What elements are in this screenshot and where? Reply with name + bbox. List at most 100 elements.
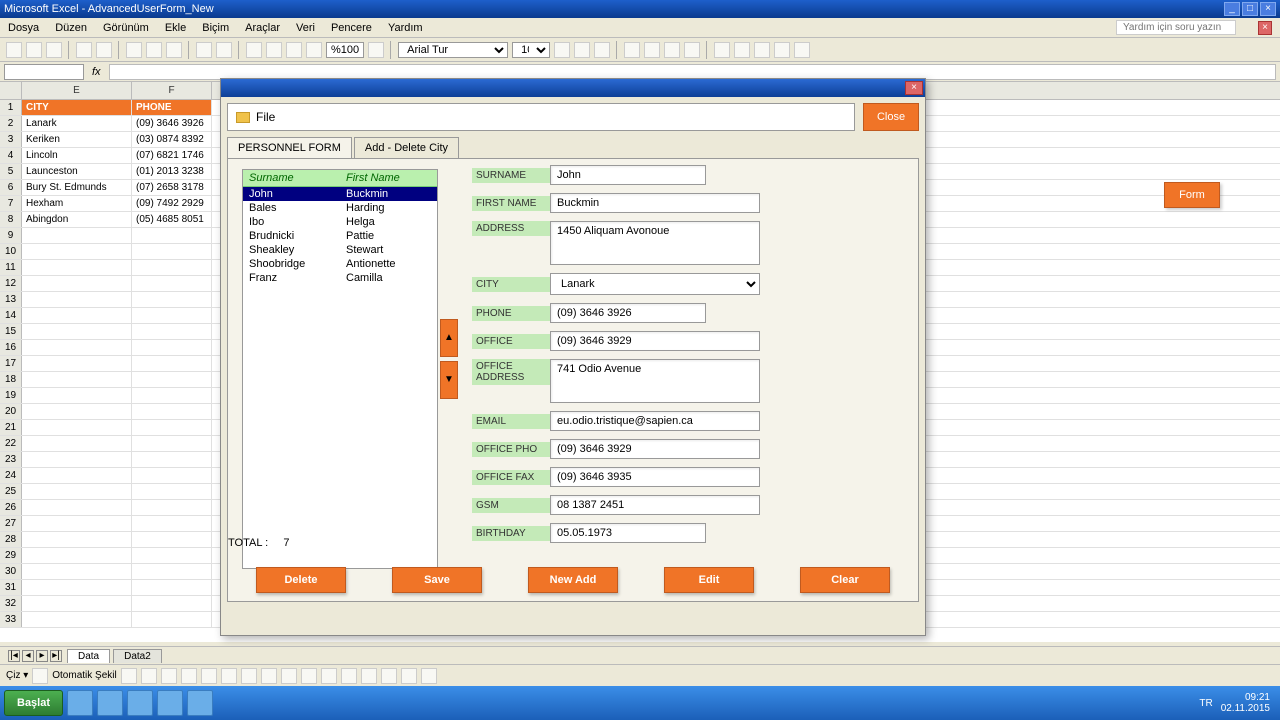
save-icon[interactable]: [46, 42, 62, 58]
arrowstyle-icon[interactable]: [381, 668, 397, 684]
font-size[interactable]: 10: [512, 42, 550, 58]
font-color-icon[interactable]: [794, 42, 810, 58]
underline-icon[interactable]: [594, 42, 610, 58]
delete-button[interactable]: Delete: [256, 567, 346, 593]
menu-araclar[interactable]: Araçlar: [245, 22, 280, 34]
align-center-icon[interactable]: [644, 42, 660, 58]
new-icon[interactable]: [6, 42, 22, 58]
spin-down-icon[interactable]: ▼: [440, 361, 458, 399]
preview-icon[interactable]: [96, 42, 112, 58]
list-item[interactable]: ShoobridgeAntionette: [243, 257, 437, 271]
align-left-icon[interactable]: [624, 42, 640, 58]
shadow-icon[interactable]: [401, 668, 417, 684]
line-icon[interactable]: [121, 668, 137, 684]
col-E[interactable]: E: [22, 82, 132, 99]
italic-icon[interactable]: [574, 42, 590, 58]
undo-icon[interactable]: [196, 42, 212, 58]
3d-icon[interactable]: [421, 668, 437, 684]
doc-close-icon[interactable]: ×: [1258, 21, 1272, 35]
menu-duzen[interactable]: Düzen: [55, 22, 87, 34]
tab-nav-first-icon[interactable]: |◂: [8, 650, 20, 662]
close-icon[interactable]: ×: [1260, 2, 1276, 16]
list-item[interactable]: BrudnickiPattie: [243, 229, 437, 243]
font-name[interactable]: Arial Tur: [398, 42, 508, 58]
edit-button[interactable]: Edit: [664, 567, 754, 593]
fillcolor2-icon[interactable]: [281, 668, 297, 684]
taskbar-chrome-icon[interactable]: [127, 690, 153, 716]
file-box[interactable]: File: [227, 103, 855, 131]
fontcolor2-icon[interactable]: [321, 668, 337, 684]
sort-asc-icon[interactable]: [266, 42, 282, 58]
close-button[interactable]: Close: [863, 103, 919, 131]
list-item[interactable]: IboHelga: [243, 215, 437, 229]
print-icon[interactable]: [76, 42, 92, 58]
oval-icon[interactable]: [181, 668, 197, 684]
percent-icon[interactable]: [734, 42, 750, 58]
menu-dosya[interactable]: Dosya: [8, 22, 39, 34]
fx-icon[interactable]: fx: [92, 66, 101, 78]
dialog-close-icon[interactable]: ×: [905, 81, 923, 95]
taskbar-ie-icon[interactable]: [67, 690, 93, 716]
textbox-icon[interactable]: [201, 668, 217, 684]
merge-icon[interactable]: [684, 42, 700, 58]
field-city[interactable]: Lanark: [550, 273, 760, 295]
minimize-icon[interactable]: _: [1224, 2, 1240, 16]
autoshapes-menu[interactable]: Otomatik Şekil: [52, 670, 116, 681]
form-button[interactable]: Form: [1164, 182, 1220, 208]
taskbar-explorer-icon[interactable]: [97, 690, 123, 716]
draw-menu[interactable]: Çiz ▾: [6, 670, 28, 681]
tab-nav-next-icon[interactable]: ▸: [36, 650, 48, 662]
redo-icon[interactable]: [216, 42, 232, 58]
field-office-pho[interactable]: [550, 439, 760, 459]
borders-icon[interactable]: [754, 42, 770, 58]
open-icon[interactable]: [26, 42, 42, 58]
menu-yardim[interactable]: Yardım: [388, 22, 423, 34]
name-box[interactable]: [4, 64, 84, 80]
start-button[interactable]: Başlat: [4, 690, 63, 716]
tab-nav-last-icon[interactable]: ▸|: [50, 650, 62, 662]
picture-icon[interactable]: [261, 668, 277, 684]
sort-desc-icon[interactable]: [286, 42, 302, 58]
field-gsm[interactable]: [550, 495, 760, 515]
linecolor-icon[interactable]: [301, 668, 317, 684]
align-right-icon[interactable]: [664, 42, 680, 58]
cut-icon[interactable]: [126, 42, 142, 58]
list-item[interactable]: JohnBuckmin: [243, 187, 437, 201]
field-email[interactable]: [550, 411, 760, 431]
clear-button[interactable]: Clear: [800, 567, 890, 593]
field-surname[interactable]: [550, 165, 706, 185]
tab-add-delete[interactable]: Add - Delete City: [354, 137, 459, 158]
select-all-corner[interactable]: [0, 82, 22, 99]
linestyle-icon[interactable]: [341, 668, 357, 684]
list-item[interactable]: SheakleyStewart: [243, 243, 437, 257]
zoom-box[interactable]: %100: [326, 42, 364, 58]
menu-ekle[interactable]: Ekle: [165, 22, 186, 34]
menu-veri[interactable]: Veri: [296, 22, 315, 34]
fill-color-icon[interactable]: [774, 42, 790, 58]
field-birthday[interactable]: [550, 523, 706, 543]
sum-icon[interactable]: [246, 42, 262, 58]
field-address[interactable]: 1450 Aliquam Avonoue: [550, 221, 760, 265]
menu-pencere[interactable]: Pencere: [331, 22, 372, 34]
help-icon[interactable]: [368, 42, 384, 58]
col-F[interactable]: F: [132, 82, 212, 99]
tray-clock[interactable]: 09:2102.11.2015: [1221, 692, 1270, 714]
field-firstname[interactable]: [550, 193, 760, 213]
spin-up-icon[interactable]: ▲: [440, 319, 458, 357]
sheet-data[interactable]: Data: [67, 649, 110, 663]
copy-icon[interactable]: [146, 42, 162, 58]
taskbar-media-icon[interactable]: [187, 690, 213, 716]
tab-nav-prev-icon[interactable]: ◂: [22, 650, 34, 662]
taskbar-excel-icon[interactable]: [157, 690, 183, 716]
menu-gorunum[interactable]: Görünüm: [103, 22, 149, 34]
menu-bicim[interactable]: Biçim: [202, 22, 229, 34]
bold-icon[interactable]: [554, 42, 570, 58]
rect-icon[interactable]: [161, 668, 177, 684]
list-item[interactable]: FranzCamilla: [243, 271, 437, 285]
help-search[interactable]: [1116, 20, 1236, 35]
paste-icon[interactable]: [166, 42, 182, 58]
field-office-address[interactable]: 741 Odio Avenue: [550, 359, 760, 403]
maximize-icon[interactable]: □: [1242, 2, 1258, 16]
select-icon[interactable]: [32, 668, 48, 684]
field-phone[interactable]: [550, 303, 706, 323]
